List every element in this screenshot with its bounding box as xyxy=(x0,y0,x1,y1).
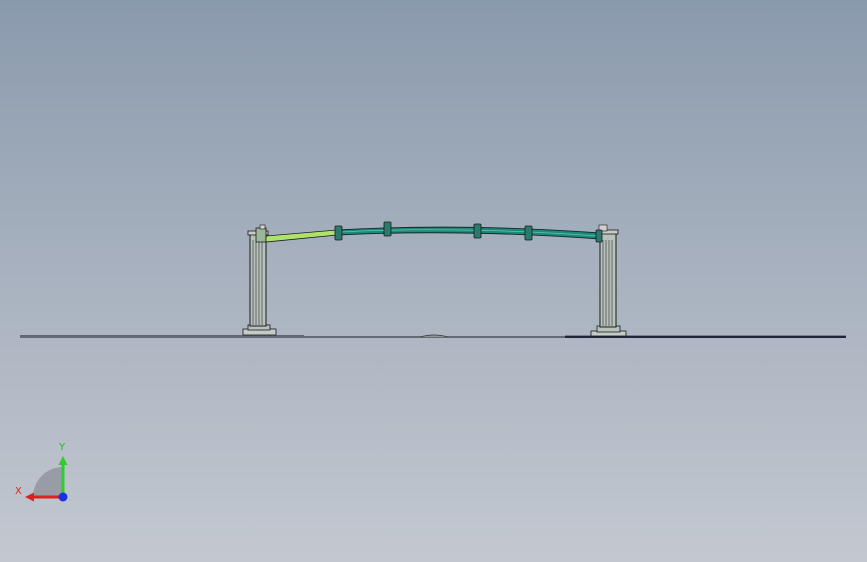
y-axis-label: Y xyxy=(59,442,66,453)
axis-triad-icon xyxy=(25,456,68,502)
ground-plane xyxy=(20,334,846,338)
barrier-gate-model[interactable] xyxy=(0,0,867,562)
graphics-viewport[interactable]: Y X xyxy=(0,0,867,562)
boom-arm[interactable] xyxy=(265,226,601,243)
axis-triad: Y X xyxy=(10,440,80,510)
x-axis-label: X xyxy=(15,486,22,497)
